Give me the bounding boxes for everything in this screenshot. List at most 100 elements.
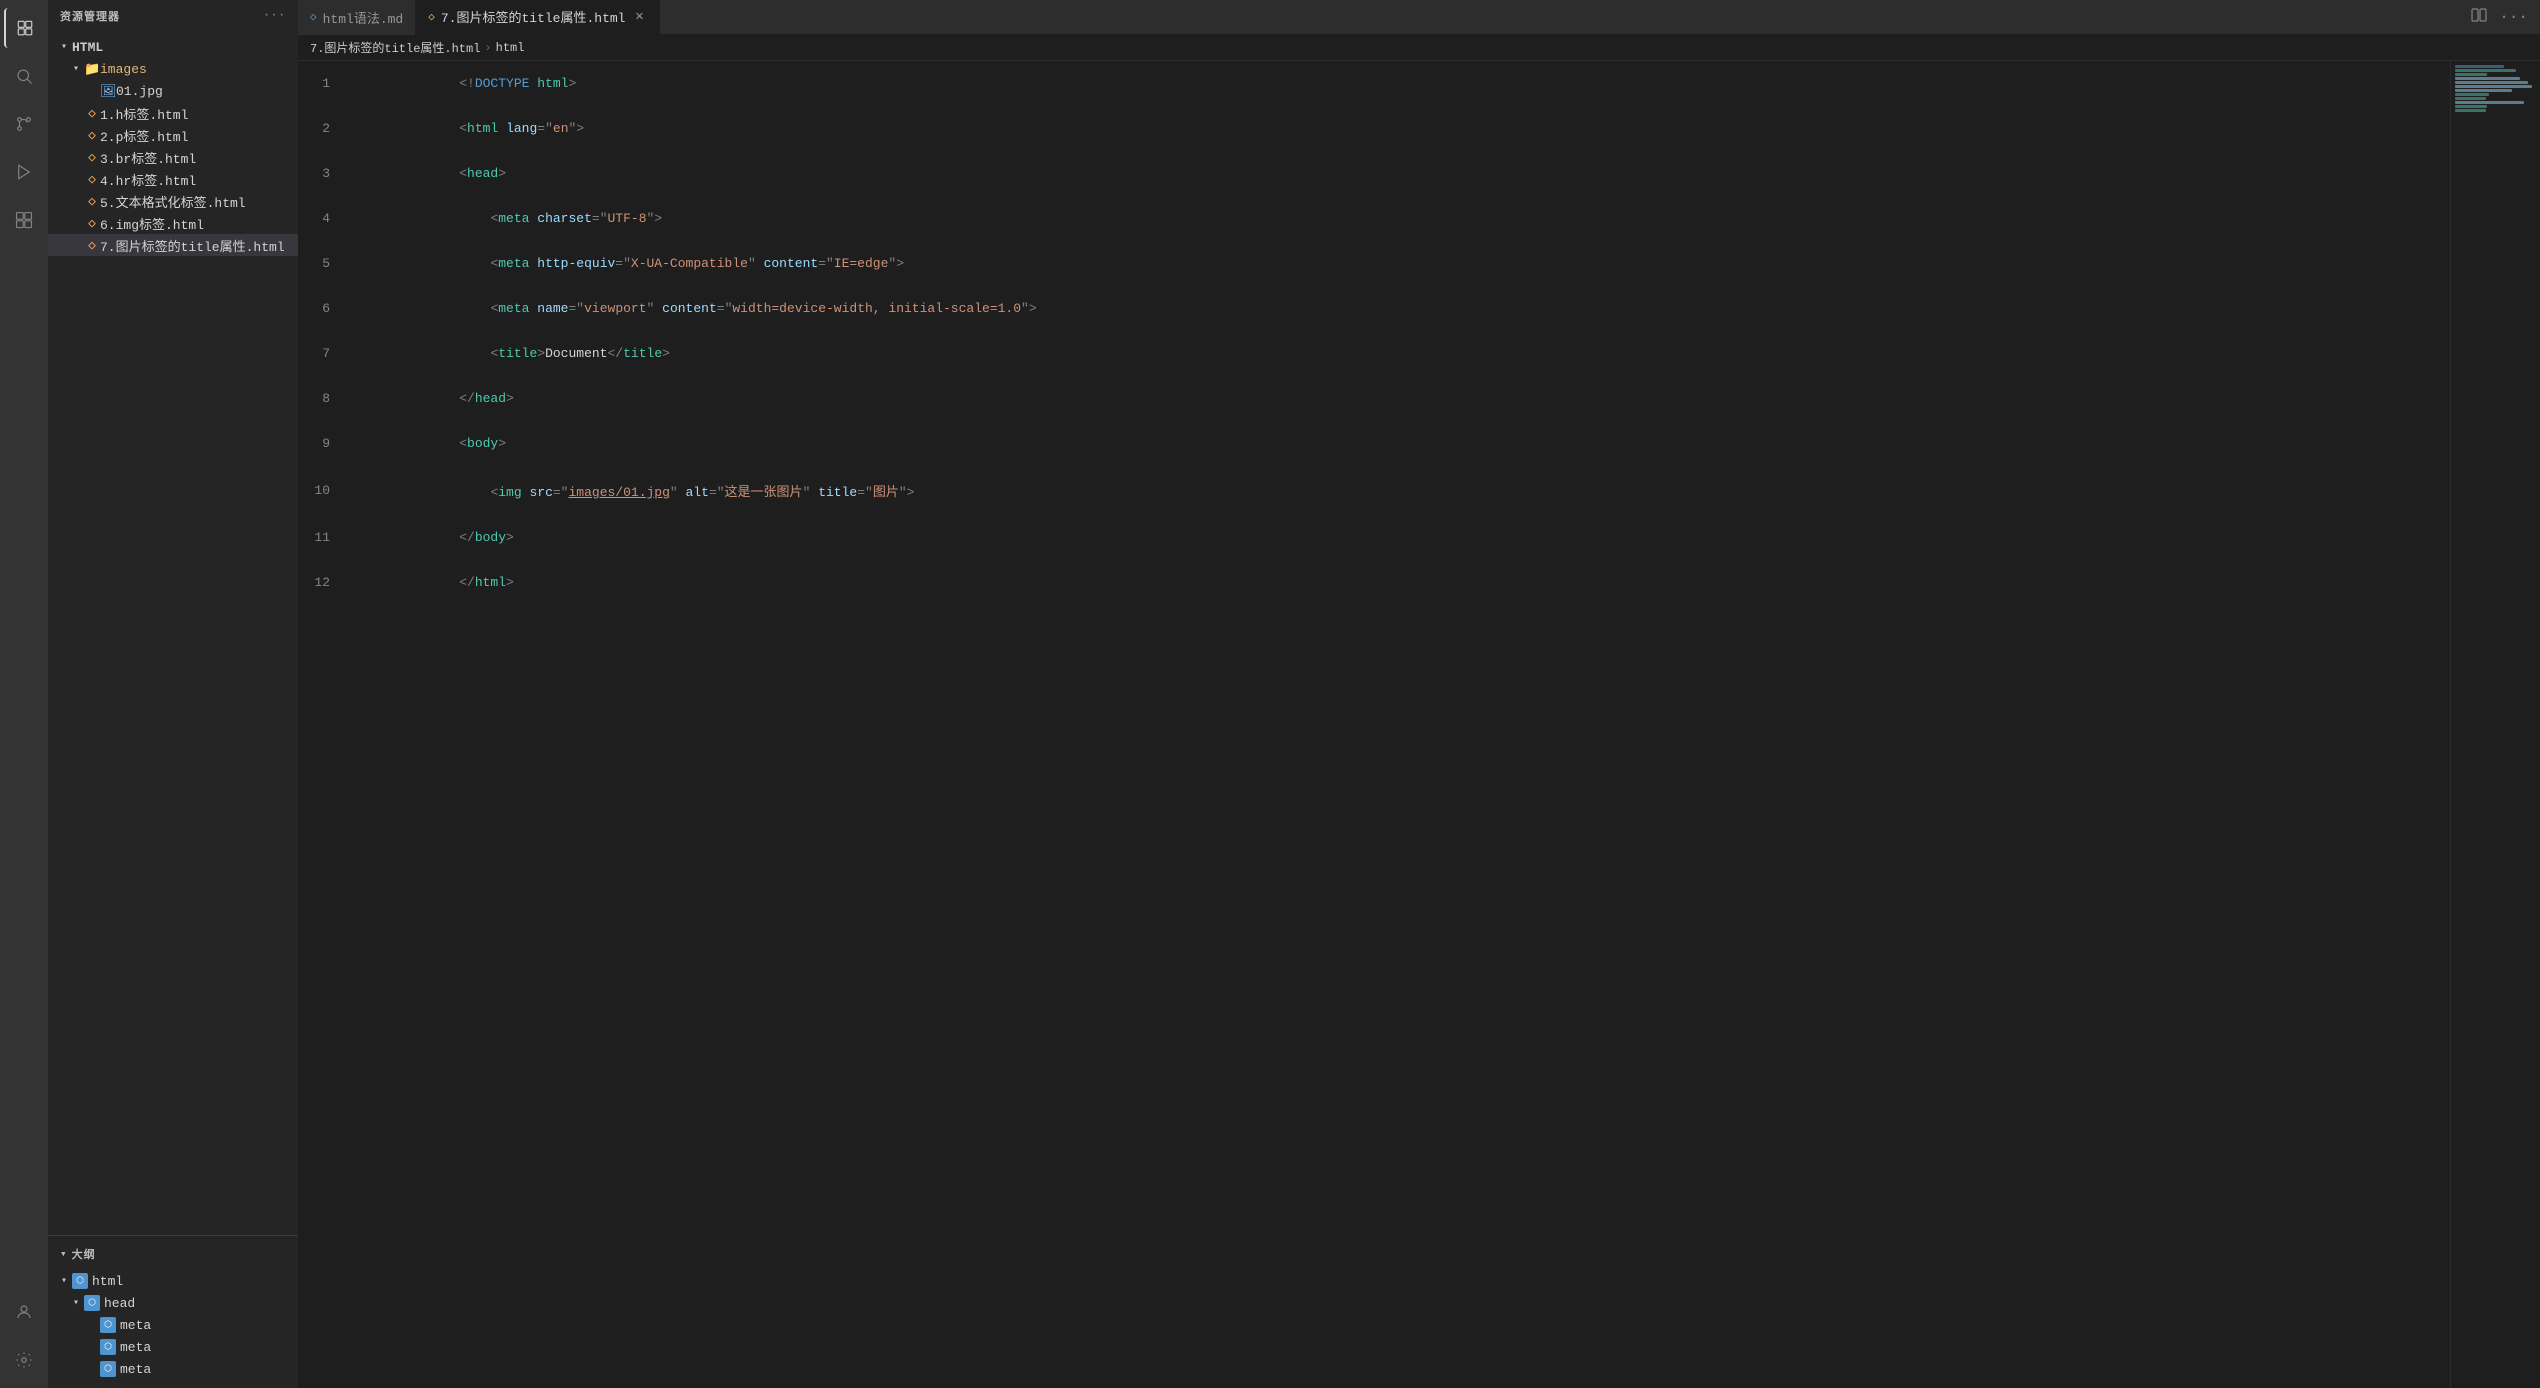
tab-htmlmd[interactable]: ◇ html语法.md <box>298 0 416 35</box>
line-num-3: 3 <box>298 151 346 196</box>
html-file-icon-7: ◇ <box>84 238 100 253</box>
tree-item-file2[interactable]: ▸ ◇ 2.p标签.html <box>48 124 298 146</box>
extensions-icon[interactable] <box>4 200 44 240</box>
more-actions-icon[interactable]: ··· <box>2495 4 2532 30</box>
tab-label-title: 7.图片标签的title属性.html <box>441 7 626 26</box>
html-file-icon-3: ◇ <box>84 150 100 165</box>
html-tag: html <box>467 121 498 136</box>
editor-area: 1 <!DOCTYPE html> 2 <html lang="en"> <box>298 61 2540 1388</box>
line-code-2[interactable]: <html lang="en"> <box>346 106 2450 151</box>
val: X-UA-Compatible <box>631 256 748 271</box>
attr: src <box>529 485 552 500</box>
tab-icon-title: ◇ <box>428 10 435 24</box>
tab-bar: ◇ html语法.md ◇ 7.图片标签的title属性.html ✕ ··· <box>298 0 2540 35</box>
outline-arrow-html: ▾ <box>56 1275 72 1287</box>
outline-icon-meta3: ⬡ <box>100 1361 116 1377</box>
tree-label-01jpg: 01.jpg <box>116 84 163 99</box>
body-tag: body <box>475 530 506 545</box>
line-10: 10 <img src="images/01.jpg" alt="这是一张图片"… <box>298 466 2450 515</box>
tree-label-images: images <box>100 62 147 77</box>
source-control-icon[interactable] <box>4 104 44 144</box>
outline-header[interactable]: ▾ 大纲 <box>48 1240 298 1268</box>
run-icon[interactable] <box>4 152 44 192</box>
attr: http-equiv <box>537 256 615 271</box>
outline-item-html[interactable]: ▾ ⬡ html <box>48 1270 298 1292</box>
tab-title-attr[interactable]: ◇ 7.图片标签的title属性.html ✕ <box>416 0 660 35</box>
breadcrumb-html[interactable]: html <box>496 41 525 55</box>
outline-item-meta2[interactable]: ▸ ⬡ meta <box>48 1336 298 1358</box>
line-code-5[interactable]: <meta http-equiv="X-UA-Compatible" conte… <box>346 241 2450 286</box>
line-3: 3 <head> <box>298 151 2450 196</box>
indent <box>459 301 490 316</box>
line-code-8[interactable]: </head> <box>346 376 2450 421</box>
outline-icon-meta2: ⬡ <box>100 1339 116 1355</box>
outline-item-meta1[interactable]: ▸ ⬡ meta <box>48 1314 298 1336</box>
punct: =" <box>592 211 608 226</box>
code-editor[interactable]: 1 <!DOCTYPE html> 2 <html lang="en"> <box>298 61 2450 1388</box>
punct: =" <box>857 485 873 500</box>
sidebar-title: 资源管理器 <box>60 8 120 24</box>
tab-label-htmlmd: html语法.md <box>323 8 404 27</box>
outline-item-meta3[interactable]: ▸ ⬡ meta <box>48 1358 298 1380</box>
punct: =" <box>569 301 585 316</box>
minimap <box>2450 61 2540 1388</box>
punct: < <box>459 121 467 136</box>
line-code-6[interactable]: <meta name="viewport" content="width=dev… <box>346 286 2450 331</box>
line-code-7[interactable]: <title>Document</title> <box>346 331 2450 376</box>
punct: </ <box>459 575 475 590</box>
tree-item-file6[interactable]: ▸ ◇ 6.img标签.html <box>48 212 298 234</box>
line-code-9[interactable]: <body> <box>346 421 2450 466</box>
sidebar-header: 资源管理器 ··· <box>48 0 298 32</box>
sidebar-more-button[interactable]: ··· <box>263 10 286 22</box>
outline-title: 大纲 <box>72 1246 96 1262</box>
title-tag: title <box>498 346 537 361</box>
split-editor-icon[interactable] <box>2467 3 2491 32</box>
tree-item-file1[interactable]: ▸ ◇ 1.h标签.html <box>48 102 298 124</box>
outline-icon-head: ⬡ <box>84 1295 100 1311</box>
tree-item-file4[interactable]: ▸ ◇ 4.hr标签.html <box>48 168 298 190</box>
minimap-line <box>2455 85 2532 88</box>
outline-label-html: html <box>92 1274 123 1289</box>
punct: " <box>748 256 756 271</box>
indent <box>459 346 490 361</box>
tree-item-images[interactable]: ▾ 📁 images <box>48 58 298 80</box>
line-code-1[interactable]: <!DOCTYPE html> <box>346 61 2450 106</box>
punct: > <box>498 166 506 181</box>
punct: < <box>459 166 467 181</box>
line-11: 11 </body> <box>298 515 2450 560</box>
line-9: 9 <body> <box>298 421 2450 466</box>
punct: "> <box>899 485 915 500</box>
main-area: ◇ html语法.md ◇ 7.图片标签的title属性.html ✕ ··· … <box>298 0 2540 1388</box>
punct: </ <box>459 391 475 406</box>
punct: < <box>459 436 467 451</box>
breadcrumb-file[interactable]: 7.图片标签的title属性.html <box>310 39 480 56</box>
tree-item-01jpg[interactable]: ▸ 🖼 01.jpg <box>48 80 298 102</box>
line-code-12[interactable]: </html> <box>346 560 2450 605</box>
tree-item-file5[interactable]: ▸ ◇ 5.文本格式化标签.html <box>48 190 298 212</box>
punct: > <box>498 436 506 451</box>
attr: title <box>818 485 857 500</box>
space <box>654 301 662 316</box>
line-code-11[interactable]: </body> <box>346 515 2450 560</box>
sidebar-title-label: 资源管理器 <box>60 8 120 24</box>
line-code-4[interactable]: <meta charset="UTF-8"> <box>346 196 2450 241</box>
explorer-icon[interactable] <box>4 8 44 48</box>
tree-item-file7[interactable]: ▸ ◇ 7.图片标签的title属性.html <box>48 234 298 256</box>
tree-item-file3[interactable]: ▸ ◇ 3.br标签.html <box>48 146 298 168</box>
line-code-10[interactable]: <img src="images/01.jpg" alt="这是一张图片" ti… <box>346 466 2450 515</box>
body-tag: body <box>467 436 498 451</box>
tree-root-html[interactable]: ▾ HTML <box>48 36 298 58</box>
line-code-3[interactable]: <head> <box>346 151 2450 196</box>
settings-icon[interactable] <box>4 1340 44 1380</box>
outline-icon-meta1: ⬡ <box>100 1317 116 1333</box>
account-icon[interactable] <box>4 1292 44 1332</box>
outline-item-head[interactable]: ▾ ⬡ head <box>48 1292 298 1314</box>
doctype-keyword: DOCTYPE <box>475 76 530 91</box>
search-icon[interactable] <box>4 56 44 96</box>
minimap-line <box>2455 89 2512 92</box>
tab-close-title[interactable]: ✕ <box>631 9 647 25</box>
punct: "> <box>647 211 663 226</box>
line-num-2: 2 <box>298 106 346 151</box>
space <box>756 256 764 271</box>
line-num-1: 1 <box>298 61 346 106</box>
